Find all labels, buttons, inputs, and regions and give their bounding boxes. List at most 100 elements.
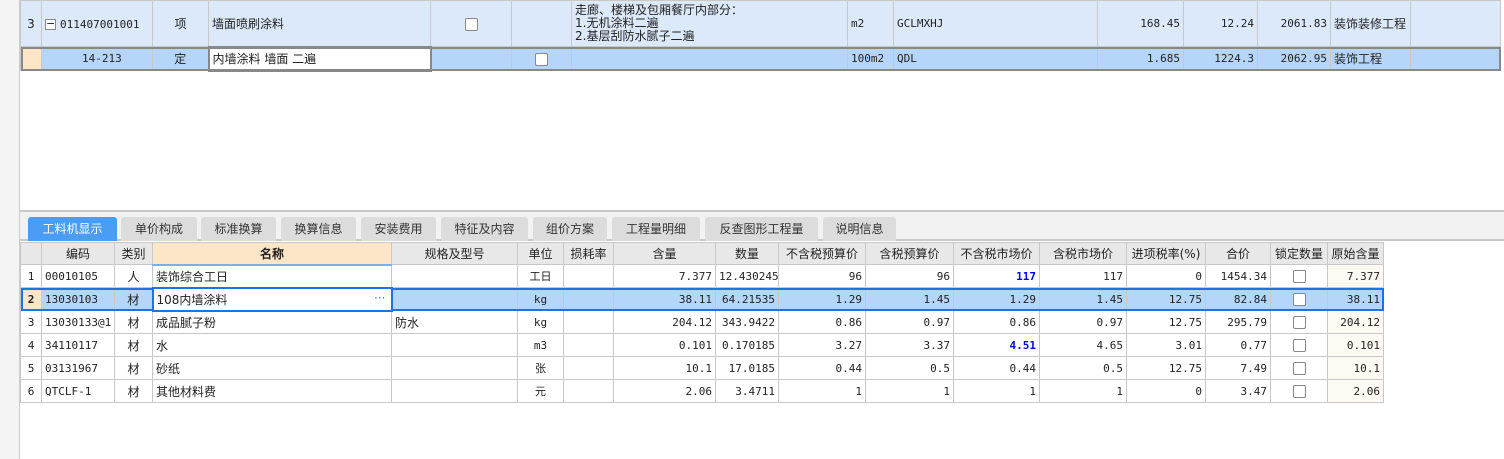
budget-price-excl-tax[interactable]: 0.86 <box>778 310 866 334</box>
code-cell[interactable]: 03131967 <box>41 356 115 380</box>
tax-rate-cell[interactable]: 12.75 <box>1126 287 1206 311</box>
checkbox-cell[interactable] <box>511 46 572 71</box>
market-price-excl-tax[interactable]: 117 <box>953 264 1040 288</box>
lock-qty-cell[interactable] <box>1270 379 1328 403</box>
budget-price-incl-tax[interactable]: 3.37 <box>865 333 954 357</box>
market-price-excl-tax[interactable]: 1.29 <box>953 287 1040 311</box>
checkbox[interactable] <box>1292 362 1306 375</box>
type-cell[interactable]: 材 <box>114 379 153 403</box>
market-price-excl-tax[interactable]: 0.44 <box>953 356 1040 380</box>
col-header[interactable]: 数量 <box>715 242 779 265</box>
col-header[interactable]: 锁定数量 <box>1270 242 1328 265</box>
content-cell[interactable]: 2.06 <box>613 379 716 403</box>
unit-cell[interactable]: kg <box>517 287 564 311</box>
name-cell[interactable]: 装饰综合工日 <box>152 264 392 288</box>
spec-cell[interactable] <box>391 333 518 357</box>
total-cell[interactable]: 3.47 <box>1205 379 1271 403</box>
loss-cell[interactable] <box>563 264 614 288</box>
tax-rate-cell[interactable]: 3.01 <box>1126 333 1206 357</box>
content-cell[interactable]: 10.1 <box>613 356 716 380</box>
desc-cell[interactable] <box>571 46 848 71</box>
tab-graphic-quantity[interactable]: 反查图形工程量 <box>705 217 818 241</box>
total-cell[interactable]: 295.79 <box>1205 310 1271 334</box>
market-price-incl-tax[interactable]: 117 <box>1039 264 1127 288</box>
original-content-cell[interactable]: 10.1 <box>1327 356 1384 380</box>
budget-price-excl-tax[interactable]: 3.27 <box>778 333 866 357</box>
empty-cell[interactable] <box>1410 0 1501 47</box>
table-row[interactable]: 3 13030133@1 材成品腻子粉 防水 kg 204.12 343.9422 0.86 0… <box>20 310 1384 334</box>
col-header[interactable]: 编码 <box>41 242 115 265</box>
table-row[interactable]: 4 34110117 材水 m3 0.101 0.170185 3.27 3.37 4.51 4.… <box>20 333 1384 357</box>
budget-price-incl-tax[interactable]: 0.97 <box>865 310 954 334</box>
tax-rate-cell[interactable]: 0 <box>1126 264 1206 288</box>
name-cell[interactable]: 砂纸 <box>152 356 392 380</box>
name-cell[interactable]: 水 <box>152 333 392 357</box>
spec-cell[interactable]: 防水 <box>391 310 518 334</box>
col-header[interactable]: 损耗率 <box>563 242 614 265</box>
tab-pricing-plan[interactable]: 组价方案 <box>533 217 607 241</box>
loss-cell[interactable] <box>563 333 614 357</box>
table-row[interactable]: 1 00010105 人装饰综合工日 工日 7.377 12.430245 96 96 117 1… <box>20 264 1384 288</box>
collapse-icon[interactable]: − <box>45 18 56 30</box>
col-header[interactable]: 类别 <box>114 242 153 265</box>
unit-cell[interactable]: 100m2 <box>847 46 894 71</box>
market-price-incl-tax[interactable]: 1.45 <box>1039 287 1127 311</box>
lock-qty-cell[interactable] <box>1270 310 1328 334</box>
table-row[interactable]: 2 13030103 材 108内墙涂料 ··· kg 38.11 64.21535 1.29 1… <box>20 286 1384 312</box>
budget-price-excl-tax[interactable]: 96 <box>778 264 866 288</box>
loss-cell[interactable] <box>563 379 614 403</box>
lock-qty-cell[interactable] <box>1270 287 1328 311</box>
budget-price-excl-tax[interactable]: 0.44 <box>778 356 866 380</box>
qty-cell[interactable]: 1.685 <box>1097 46 1184 71</box>
tax-rate-cell[interactable]: 12.75 <box>1126 310 1206 334</box>
col-header[interactable]: 含量 <box>613 242 716 265</box>
empty-cell[interactable] <box>1410 46 1501 71</box>
category-cell[interactable]: 装饰装修工程 <box>1330 0 1411 47</box>
lock-qty-cell[interactable] <box>1270 356 1328 380</box>
original-content-cell[interactable]: 204.12 <box>1327 310 1384 334</box>
checkbox[interactable] <box>1292 339 1306 352</box>
expr-cell[interactable]: GCLMXHJ <box>893 0 1098 47</box>
qty-cell[interactable]: 168.45 <box>1097 0 1184 47</box>
loss-cell[interactable] <box>563 287 614 311</box>
total-cell[interactable]: 7.49 <box>1205 356 1271 380</box>
tab-notes[interactable]: 说明信息 <box>823 217 896 241</box>
unit-cell[interactable]: m2 <box>847 0 894 47</box>
count-cell[interactable]: 17.0185 <box>715 356 779 380</box>
type-cell[interactable]: 材 <box>114 333 153 357</box>
type-cell[interactable]: 项 <box>152 0 209 47</box>
name-input[interactable]: 108内墙涂料 ··· <box>151 286 393 312</box>
unit-cell[interactable]: 工日 <box>517 264 564 288</box>
count-cell[interactable]: 64.21535 <box>715 287 779 311</box>
spec-cell[interactable] <box>391 379 518 403</box>
budget-price-incl-tax[interactable]: 1 <box>865 379 954 403</box>
col-header[interactable]: 不含税预算价 <box>778 242 866 265</box>
content-cell[interactable]: 0.101 <box>613 333 716 357</box>
spec-cell[interactable] <box>391 264 518 288</box>
content-cell[interactable]: 7.377 <box>613 264 716 288</box>
tab-unit-price[interactable]: 单价构成 <box>121 217 197 241</box>
name-cell[interactable]: 墙面喷刷涂料 <box>208 0 431 47</box>
tab-standard-conversion[interactable]: 标准换算 <box>201 217 276 241</box>
code-cell[interactable]: −011407001001 <box>41 0 153 47</box>
budget-price-excl-tax[interactable]: 1.29 <box>778 287 866 311</box>
tab-labor-material[interactable]: 工料机显示 <box>28 217 117 241</box>
tab-conversion-info[interactable]: 换算信息 <box>281 217 356 241</box>
budget-price-excl-tax[interactable]: 1 <box>778 379 866 403</box>
count-cell[interactable]: 3.4711 <box>715 379 779 403</box>
table-row[interactable]: 6 QTCLF-1 材其他材料费元 2.06 3.4711 1 1 1 1 0 3.47 2.06 <box>20 379 1384 403</box>
tab-features[interactable]: 特征及内容 <box>441 217 528 241</box>
category-cell[interactable]: 装饰工程 <box>1330 46 1411 71</box>
desc-cell[interactable]: 走廊、楼梯及包厢餐厅内部分： 1.无机涂料二遍 2.基层刮防水腻子二遍 <box>571 0 848 47</box>
code-cell[interactable]: 34110117 <box>41 333 115 357</box>
loss-cell[interactable] <box>563 356 614 380</box>
type-cell[interactable]: 材 <box>114 310 153 334</box>
tax-rate-cell[interactable]: 0 <box>1126 379 1206 403</box>
budget-price-incl-tax[interactable]: 1.45 <box>865 287 954 311</box>
checkbox[interactable] <box>464 17 478 31</box>
unit-cell[interactable]: 元 <box>517 379 564 403</box>
content-cell[interactable]: 204.12 <box>613 310 716 334</box>
market-price-excl-tax[interactable]: 4.51 <box>953 333 1040 357</box>
count-cell[interactable]: 0.170185 <box>715 333 779 357</box>
checkbox[interactable] <box>1292 270 1306 283</box>
